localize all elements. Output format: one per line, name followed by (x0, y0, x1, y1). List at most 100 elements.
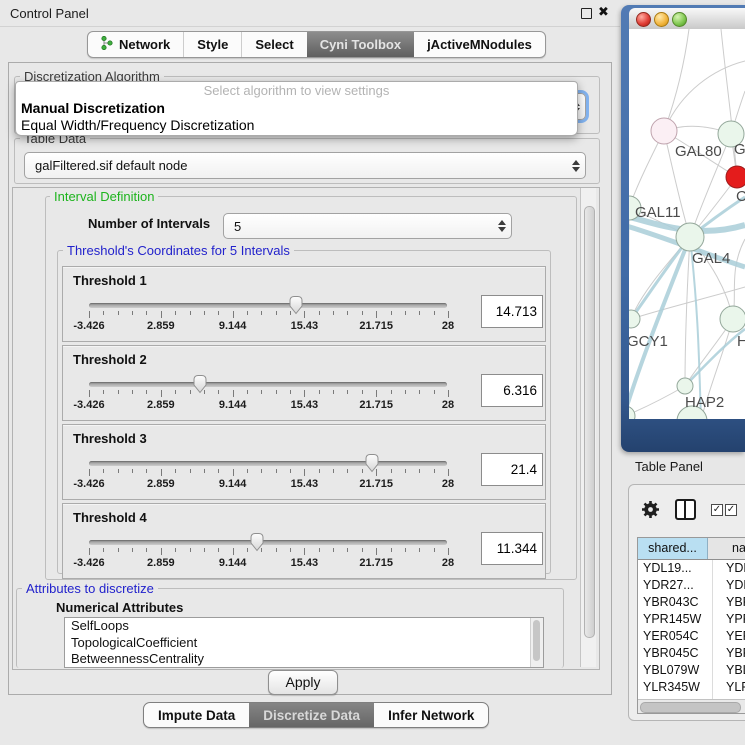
slider-axis-labels: -3.4262.8599.14415.4321.71528 (89, 320, 448, 332)
slider-axis-labels: -3.4262.8599.14415.4321.71528 (89, 478, 448, 490)
slider-track[interactable] (89, 540, 447, 545)
numerical-attributes-list[interactable]: SelfLoopsTopologicalCoefficientBetweenne… (64, 617, 544, 668)
slider-track[interactable] (89, 303, 447, 308)
network-canvas[interactable]: GAL80 GA C GAL11 GAL4 GCY1 HA HAP2 (629, 29, 745, 419)
tick-mark (290, 548, 291, 552)
tab-infer-network[interactable]: Infer Network (374, 703, 488, 727)
tick-mark (146, 548, 147, 552)
tab-impute-data[interactable]: Impute Data (144, 703, 249, 727)
tab-jactivemnodules[interactable]: jActiveMNodules (414, 32, 545, 57)
tick-mark (103, 469, 104, 473)
column-header-name[interactable]: na... (708, 538, 745, 559)
tick-mark (190, 548, 191, 552)
table-row[interactable]: YLR345WYLR3... (638, 679, 745, 696)
tick-mark (118, 311, 119, 315)
numerical-attributes-label: Numerical Attributes (56, 600, 183, 615)
tab-label: Select (255, 37, 293, 52)
attribute-list-item[interactable]: TopologicalCoefficient (65, 635, 543, 652)
threshold-value-field[interactable]: 6.316 (481, 374, 543, 407)
column-header-shared-name[interactable]: shared... (638, 538, 708, 559)
attribute-list-item[interactable]: SelfLoops (65, 618, 543, 635)
table-data-combobox[interactable]: galFiltered.sif default node (24, 152, 586, 179)
axis-tick-label: 2.859 (147, 399, 175, 411)
tick-mark (204, 469, 205, 473)
axis-tick-label: 9.144 (219, 478, 247, 490)
cell-shared-name: YER054C (638, 628, 713, 645)
tab-network[interactable]: Network (88, 32, 183, 57)
cell-name: YBL0... (713, 662, 745, 679)
tick-mark (218, 548, 219, 552)
node-label-gal80: GAL80 (675, 143, 722, 160)
vertical-scrollbar[interactable] (580, 188, 596, 667)
tick-mark (247, 548, 248, 552)
scrollbar-thumb[interactable] (584, 206, 595, 638)
cell-name: YLR3... (713, 679, 745, 696)
threshold-value-field[interactable]: 11.344 (481, 532, 543, 565)
tab-discretize-data[interactable]: Discretize Data (249, 703, 374, 727)
table-row[interactable]: YBR043CYBR0... (638, 594, 745, 611)
gear-icon[interactable] (641, 500, 660, 524)
attribute-list-item[interactable]: BetweennessCentrality (65, 651, 543, 668)
threshold-value-field[interactable]: 14.713 (481, 295, 543, 328)
tick-mark (362, 469, 363, 473)
table-row[interactable]: YBL079WYBL0... (638, 662, 745, 679)
tick-mark (89, 548, 90, 555)
tick-mark (146, 469, 147, 473)
close-icon[interactable]: ✖ (598, 4, 609, 20)
dropdown-option-manual[interactable]: Manual Discretization (16, 100, 577, 117)
tab-cyni-toolbox[interactable]: Cyni Toolbox (307, 32, 414, 57)
minimize-traffic-light-icon[interactable] (654, 12, 669, 27)
network-window-titlebar[interactable] (629, 8, 745, 30)
apply-button[interactable]: Apply (268, 670, 338, 695)
axis-tick-label: 15.43 (291, 399, 319, 411)
tick-mark (391, 390, 392, 394)
cell-shared-name: YLR345W (638, 679, 713, 696)
tick-mark (103, 390, 104, 394)
tick-mark (175, 311, 176, 315)
checkbox-icon[interactable]: ✓ (725, 504, 737, 516)
horizontal-scrollbar[interactable] (638, 699, 745, 714)
combo-stepper-icon (493, 220, 511, 232)
dropdown-hint-item[interactable]: Select algorithm to view settings (16, 82, 577, 100)
tab-select[interactable]: Select (241, 32, 306, 57)
checkbox-icon[interactable]: ✓ (711, 504, 723, 516)
threshold-value-field[interactable]: 21.4 (481, 453, 543, 486)
tick-mark (434, 548, 435, 552)
table-row[interactable]: YPR145WYPR1... (638, 611, 745, 628)
column-layout-icon[interactable] (675, 499, 696, 520)
scrollbar-thumb[interactable] (640, 702, 741, 713)
list-scrollbar[interactable] (530, 618, 543, 667)
tick-mark (434, 311, 435, 315)
close-traffic-light-icon[interactable] (636, 12, 651, 27)
tick-mark (146, 311, 147, 315)
tick-mark (376, 390, 377, 397)
cell-name: YBR0... (713, 645, 745, 662)
tab-style[interactable]: Style (183, 32, 241, 57)
table-row[interactable]: YBR045CYBR0... (638, 645, 745, 662)
threshold-label: Threshold 3 (73, 431, 147, 446)
zoom-traffic-light-icon[interactable] (672, 12, 687, 27)
control-panel-titlebar: Control Panel ✖ (0, 0, 620, 27)
num-intervals-combobox[interactable]: 5 (223, 213, 512, 239)
slider-axis-labels: -3.4262.8599.14415.4321.71528 (89, 557, 448, 569)
float-window-icon[interactable] (581, 8, 592, 19)
tick-mark (405, 469, 406, 473)
tick-mark (233, 548, 234, 555)
tick-mark (118, 390, 119, 394)
table-row[interactable]: YDR27...YDR2... (638, 577, 745, 594)
dropdown-option-equal-width[interactable]: Equal Width/Frequency Discretization (16, 117, 577, 134)
tick-mark (89, 469, 90, 476)
cell-name: YPR1... (713, 611, 745, 628)
cell-shared-name: YDR27... (638, 577, 713, 594)
list-scrollbar-thumb[interactable] (533, 620, 540, 661)
network-window[interactable]: GAL80 GA C GAL11 GAL4 GCY1 HA HAP2 (621, 5, 745, 452)
tick-mark (304, 548, 305, 555)
table-row[interactable]: YDL19...YDL1... (638, 560, 745, 577)
slider-track[interactable] (89, 382, 447, 387)
node-label-partial: C (736, 188, 745, 205)
table-row[interactable]: YER054CYER0... (638, 628, 745, 645)
slider-track[interactable] (89, 461, 447, 466)
tick-mark (276, 390, 277, 394)
axis-tick-label: -3.426 (73, 320, 104, 332)
threshold-panel-4: Threshold 4-3.4262.8599.14415.4321.71528… (62, 503, 546, 579)
